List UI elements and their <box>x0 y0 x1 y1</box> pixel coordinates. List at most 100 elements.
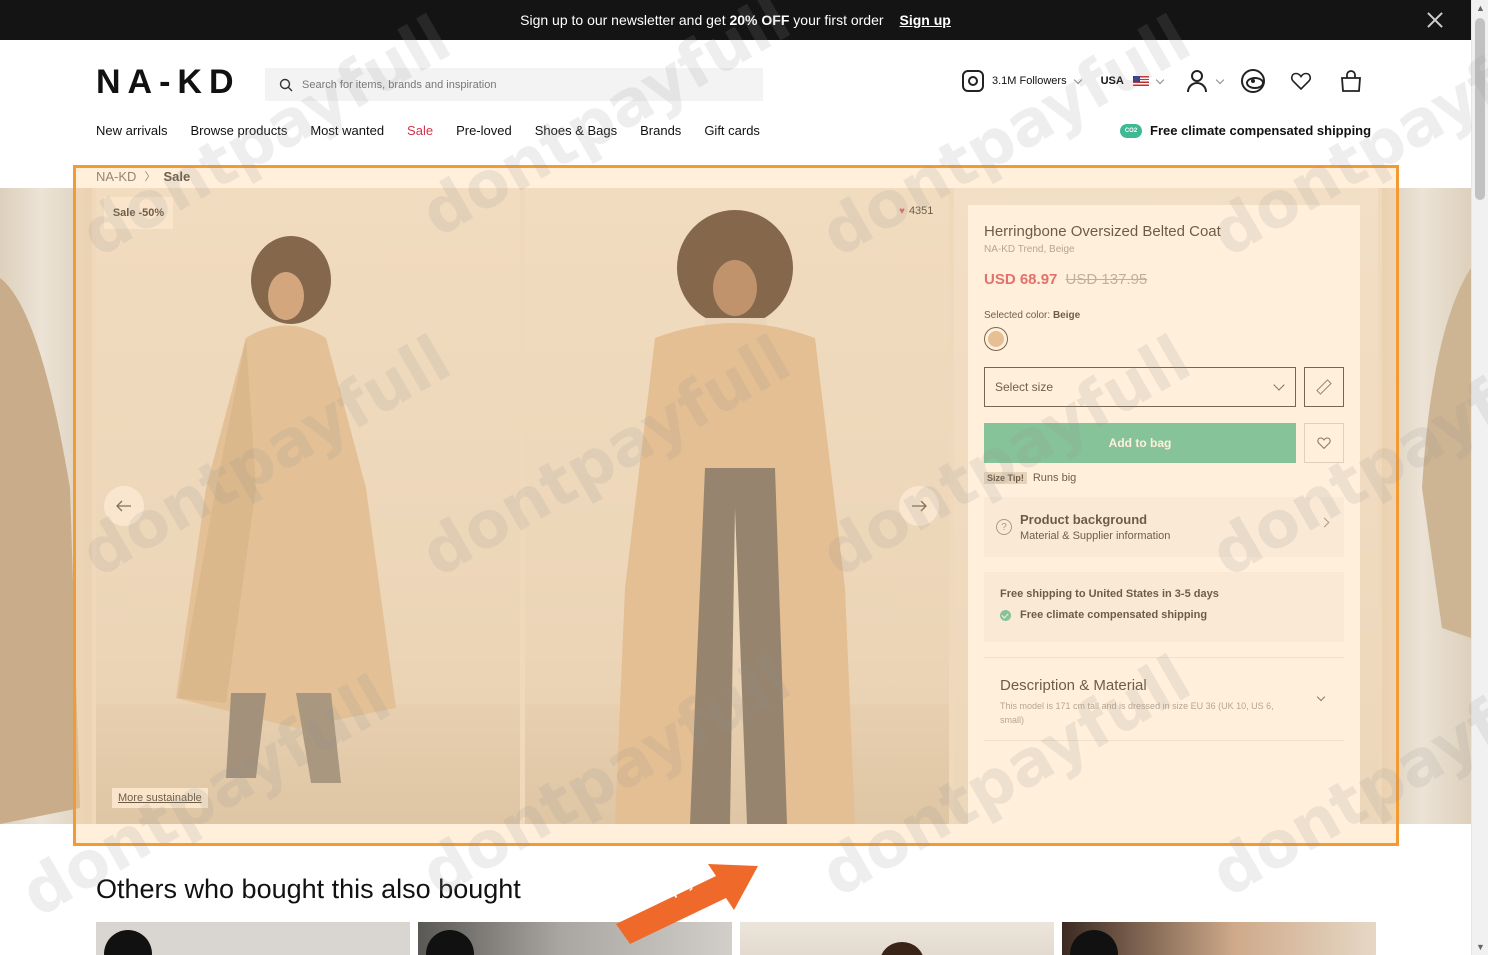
newsletter-promo-bar: Sign up to our newsletter and get 20% OF… <box>0 0 1471 40</box>
heart-filled-icon: ♥ <box>899 205 905 217</box>
gallery-prev-button[interactable] <box>104 486 144 526</box>
nav-item-sale[interactable]: Sale <box>407 123 433 138</box>
description-title: Description & Material <box>1000 677 1147 694</box>
followers-count: 3.1M Followers <box>992 75 1067 87</box>
chevron-down-icon <box>1073 75 1082 84</box>
breadcrumb: NA-KD 〉 Sale <box>96 168 190 184</box>
product-background-link[interactable]: ? Product background Material & Supplier… <box>984 497 1344 557</box>
instagram-icon <box>962 70 984 92</box>
discount-badge: -70% <box>1070 930 1118 955</box>
search-input[interactable] <box>302 78 722 91</box>
instagram-followers[interactable]: 3.1M Followers <box>962 70 1082 92</box>
country-selector[interactable]: USA <box>1100 75 1165 87</box>
product-brand[interactable]: NA-KD Trend, Beige <box>984 244 1344 255</box>
chevron-down-icon <box>1155 75 1165 84</box>
flag-usa-icon <box>1132 76 1149 86</box>
product-image-1[interactable] <box>96 188 520 824</box>
chevron-down-icon <box>1215 75 1225 84</box>
recommendation-card[interactable]: -50% <box>96 922 410 955</box>
heart-icon[interactable] <box>1289 69 1313 93</box>
shipping-line-2: Free climate compensated shipping <box>1020 609 1208 621</box>
gallery-next-image <box>1382 188 1471 824</box>
sale-badge: Sale -50% <box>104 197 173 229</box>
free-shipping-banner: CO2 Free climate compensated shipping <box>1120 123 1371 138</box>
discount-badge: -50% <box>426 930 474 955</box>
discount-badge: -50% <box>104 930 152 955</box>
bag-icon[interactable] <box>1339 69 1363 93</box>
scroll-up-icon[interactable]: ▲ <box>1476 3 1485 13</box>
product-background-sub: Material & Supplier information <box>1020 530 1171 542</box>
shipping-line-1: Free shipping to United States in 3-5 da… <box>1000 588 1219 600</box>
breadcrumb-home[interactable]: NA-KD <box>96 169 136 184</box>
shipping-info: Free shipping to United States in 3-5 da… <box>984 572 1344 642</box>
main-nav: New arrivals Browse products Most wanted… <box>96 123 783 138</box>
question-icon: ? <box>996 519 1012 535</box>
product-background-title: Product background <box>1020 512 1148 527</box>
size-guide-button[interactable] <box>1304 367 1344 407</box>
search-icon <box>279 78 293 91</box>
description-accordion[interactable]: Description & Material This model is 171… <box>984 657 1344 741</box>
color-label: Selected color: <box>984 310 1051 321</box>
recommendation-card[interactable] <box>740 922 1054 955</box>
heart-icon <box>1317 437 1331 450</box>
nav-item-pre-loved[interactable]: Pre-loved <box>456 123 512 138</box>
gallery-prev-image <box>0 188 92 824</box>
chevron-down-icon <box>1273 379 1285 391</box>
logo[interactable]: NA-KD <box>96 63 241 102</box>
product-title: Herringbone Oversized Belted Coat <box>984 223 1221 240</box>
shipping-line-2-row: Free climate compensated shipping <box>1000 609 1328 621</box>
recommendations-title: Others who bought this also bought <box>96 874 521 904</box>
add-to-bag-row: Add to bag <box>984 423 1344 463</box>
nav-item-brands[interactable]: Brands <box>640 123 681 138</box>
watermark-arrow-logo <box>616 864 758 944</box>
user-icon[interactable] <box>1185 69 1209 93</box>
breadcrumb-current[interactable]: Sale <box>163 169 190 184</box>
scrollbar-thumb[interactable] <box>1475 18 1485 200</box>
size-tip-text: Runs big <box>1032 472 1077 484</box>
nav-item-gift-cards[interactable]: Gift cards <box>704 123 760 138</box>
size-select[interactable]: Select size <box>984 367 1296 407</box>
recommendation-card[interactable]: -70% <box>1062 922 1376 955</box>
gallery-next-button[interactable] <box>899 486 939 526</box>
country-label: USA <box>1100 75 1124 87</box>
check-icon <box>1000 609 1011 621</box>
scroll-down-icon[interactable]: ▼ <box>1476 942 1485 952</box>
add-to-bag-button[interactable]: Add to bag <box>984 423 1296 463</box>
likes-value: 4351 <box>908 205 934 217</box>
color-value: Beige <box>1052 310 1081 321</box>
nav-item-shoes-bags[interactable]: Shoes & Bags <box>535 123 617 138</box>
nav-item-most-wanted[interactable]: Most wanted <box>310 123 384 138</box>
promo-text: Sign up to our newsletter and get 20% OF… <box>520 12 884 28</box>
page-scrollbar[interactable]: ▲ ▼ <box>1471 0 1488 955</box>
ruler-icon <box>1316 379 1332 395</box>
wishlist-button[interactable] <box>1304 423 1344 463</box>
signup-link[interactable]: Sign up <box>900 12 951 28</box>
product-image-2[interactable] <box>525 188 949 824</box>
chevron-right-icon <box>1319 517 1330 528</box>
close-icon[interactable] <box>1425 10 1445 30</box>
nav-item-new-arrivals[interactable]: New arrivals <box>96 123 168 138</box>
size-select-label: Select size <box>995 380 1054 394</box>
product-info-panel: Herringbone Oversized Belted Coat NA-KD … <box>968 205 1360 824</box>
more-sustainable-link[interactable]: More sustainable <box>112 788 208 808</box>
size-tip-tag: Size Tip! <box>984 472 1027 484</box>
size-row: Select size <box>984 367 1344 407</box>
chevron-down-icon <box>1316 692 1326 702</box>
price-sale: USD 68.97 <box>984 271 1058 288</box>
chevron-right-icon: 〉 <box>144 171 156 183</box>
search-bar[interactable] <box>265 68 763 101</box>
color-swatch-beige[interactable] <box>984 327 1008 351</box>
price-original: USD 137.95 <box>1065 271 1148 288</box>
arrow-left-icon <box>116 500 131 512</box>
product-price: USD 68.97 USD 137.95 <box>984 271 1344 288</box>
likes-count[interactable]: ♥ 4351 <box>899 205 933 217</box>
free-shipping-label: Free climate compensated shipping <box>1150 123 1372 138</box>
arrow-right-icon <box>912 500 927 512</box>
header-actions: 3.1M Followers USA <box>962 68 1363 94</box>
color-selector: Selected color: Beige <box>984 310 1344 351</box>
description-text: This model is 171 cm tall and is dressed… <box>1000 701 1274 725</box>
cloud-co2-icon: CO2 <box>1120 123 1142 138</box>
size-tip: Size Tip! Runs big <box>984 472 1344 484</box>
eye-icon[interactable] <box>1240 69 1265 93</box>
nav-item-browse-products[interactable]: Browse products <box>191 123 288 138</box>
